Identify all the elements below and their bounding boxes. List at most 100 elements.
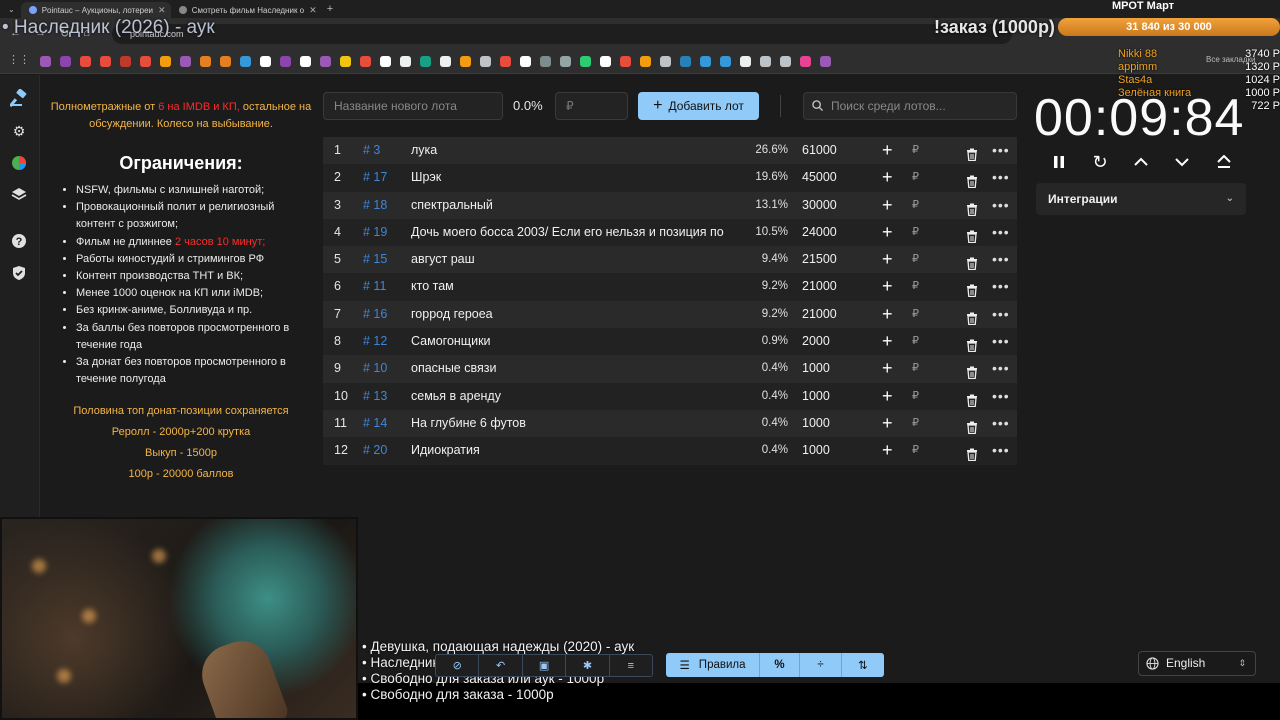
bookmark-icon[interactable]	[320, 56, 331, 67]
rules-button[interactable]: ☰ Правила	[666, 653, 760, 677]
bookmark-icon[interactable]	[100, 56, 111, 67]
tab-list-icon[interactable]: ⌄	[8, 5, 15, 14]
pause-icon[interactable]	[1049, 152, 1069, 172]
url-bar[interactable]: pointauc.com	[112, 24, 1012, 44]
bookmark-icon[interactable]	[360, 56, 371, 67]
bookmark-icon[interactable]	[620, 56, 631, 67]
percent-toggle[interactable]: %	[760, 653, 800, 677]
more-options-icon[interactable]: •••	[992, 301, 1010, 328]
tab-movie[interactable]: Смотреть фильм Наследник о ✕	[171, 2, 321, 18]
auction-hammer-icon[interactable]	[10, 89, 28, 107]
more-options-icon[interactable]: •••	[992, 383, 1010, 410]
bookmark-icon[interactable]	[440, 56, 451, 67]
bookmark-icon[interactable]	[260, 56, 271, 67]
apps-icon[interactable]: ⋮⋮	[8, 53, 30, 66]
bookmark-icon[interactable]	[500, 56, 511, 67]
bookmark-icon[interactable]	[280, 56, 291, 67]
lot-name[interactable]: Самогонщики	[411, 328, 733, 355]
trash-icon[interactable]	[966, 444, 978, 471]
add-amount-icon[interactable]: +	[882, 301, 893, 328]
bookmark-icon[interactable]	[80, 56, 91, 67]
more-options-icon[interactable]: •••	[992, 219, 1010, 246]
more-options-icon[interactable]: •••	[992, 437, 1010, 464]
bookmark-icon[interactable]	[140, 56, 151, 67]
more-options-icon[interactable]: •••	[992, 273, 1010, 300]
lot-amount[interactable]: 61000	[802, 137, 837, 164]
lot-amount[interactable]: 2000	[802, 328, 830, 355]
bookmark-icon[interactable]	[740, 56, 751, 67]
bookmark-icon[interactable]	[580, 56, 591, 67]
bookmark-icon[interactable]	[300, 56, 311, 67]
bookmark-icon[interactable]	[800, 56, 811, 67]
close-tab-icon[interactable]: ✕	[158, 5, 166, 16]
lot-search-input[interactable]: Поиск среди лотов...	[803, 92, 1017, 120]
new-lot-name-input[interactable]: Название нового лота	[323, 92, 503, 120]
layers-icon[interactable]	[10, 186, 28, 204]
add-lot-button[interactable]: + Добавить лот	[638, 92, 759, 120]
lot-amount[interactable]: 21000	[802, 273, 837, 300]
help-icon[interactable]: ?	[10, 232, 28, 250]
lot-name[interactable]: Дочь моего босса 2003/ Если его нельзя и…	[411, 219, 733, 246]
integrations-dropdown[interactable]: Интеграции ⌄	[1036, 183, 1246, 215]
more-options-icon[interactable]: •••	[992, 355, 1010, 382]
close-tab-icon[interactable]: ✕	[309, 5, 317, 16]
sort-icon[interactable]: ⇅	[842, 653, 884, 677]
bookmark-icon[interactable]	[720, 56, 731, 67]
bookmark-icon[interactable]	[520, 56, 531, 67]
language-select[interactable]: English ⇕	[1138, 651, 1256, 676]
clear-icon[interactable]: ⊘	[436, 655, 480, 676]
lot-amount[interactable]: 1000	[802, 410, 830, 437]
lot-amount[interactable]: 45000	[802, 164, 837, 191]
bookmark-icon[interactable]	[180, 56, 191, 67]
compact-icon[interactable]: ÷	[800, 653, 842, 677]
bookmark-icon[interactable]	[540, 56, 551, 67]
settings-gear-icon[interactable]: ⚙	[10, 122, 28, 140]
add-amount-icon[interactable]: +	[882, 383, 893, 410]
more-options-icon[interactable]: •••	[992, 164, 1010, 191]
lot-name[interactable]: кто там	[411, 273, 733, 300]
lot-name[interactable]: Шрэк	[411, 164, 733, 191]
lot-name[interactable]: спектральный	[411, 192, 733, 219]
add-amount-icon[interactable]: +	[882, 164, 893, 191]
lot-name[interactable]: семья в аренду	[411, 383, 733, 410]
lot-amount[interactable]: 21500	[802, 246, 837, 273]
bookmark-icon[interactable]	[460, 56, 471, 67]
more-options-icon[interactable]: •••	[992, 410, 1010, 437]
bookmark-icon[interactable]	[380, 56, 391, 67]
lot-name[interactable]: август раш	[411, 246, 733, 273]
add-amount-icon[interactable]: +	[882, 137, 893, 164]
shield-check-icon[interactable]	[10, 264, 28, 282]
bookmark-icon[interactable]	[480, 56, 491, 67]
bookmark-icon[interactable]	[780, 56, 791, 67]
new-tab-icon[interactable]: +	[327, 3, 333, 15]
lot-name[interactable]: На глубине 6 футов	[411, 410, 733, 437]
tab-pointauc[interactable]: Pointauc – Аукционы, лотереи ✕	[20, 2, 171, 18]
lot-amount[interactable]: 21000	[802, 301, 837, 328]
bookmark-icon[interactable]	[420, 56, 431, 67]
lot-amount[interactable]: 1000	[802, 383, 830, 410]
delete-all-icon[interactable]: ≡	[610, 655, 652, 676]
bookmark-icon[interactable]	[160, 56, 171, 67]
bug-icon[interactable]: ✱	[566, 655, 610, 676]
chevron-up-icon[interactable]	[1131, 152, 1151, 172]
add-amount-icon[interactable]: +	[882, 273, 893, 300]
bookmark-icon[interactable]	[660, 56, 671, 67]
add-amount-icon[interactable]: +	[882, 410, 893, 437]
bookmark-icon[interactable]	[820, 56, 831, 67]
bookmark-icon[interactable]	[560, 56, 571, 67]
more-options-icon[interactable]: •••	[992, 328, 1010, 355]
more-options-icon[interactable]: •••	[992, 246, 1010, 273]
lot-name[interactable]: горрод героеа	[411, 301, 733, 328]
add-amount-icon[interactable]: +	[882, 355, 893, 382]
bookmark-icon[interactable]	[240, 56, 251, 67]
lot-name[interactable]: Идиократия	[411, 437, 733, 464]
bookmark-icon[interactable]	[60, 56, 71, 67]
add-amount-icon[interactable]: +	[882, 246, 893, 273]
bookmark-icon[interactable]	[220, 56, 231, 67]
more-options-icon[interactable]: •••	[992, 137, 1010, 164]
reset-icon[interactable]: ↻	[1090, 152, 1110, 172]
lot-amount[interactable]: 30000	[802, 192, 837, 219]
bookmark-icon[interactable]	[640, 56, 651, 67]
bookmark-icon[interactable]	[760, 56, 771, 67]
lot-name[interactable]: лука	[411, 137, 733, 164]
